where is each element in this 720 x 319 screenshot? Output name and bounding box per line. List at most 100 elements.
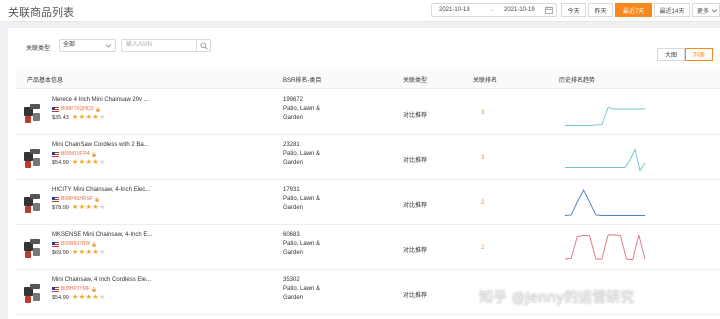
main-card: 关联类型 全部 输入ASIN 大图 列表 产品基本信息 BSR排名-类目 关联类… [8,28,720,319]
product-price: $54.99 [52,295,69,301]
us-flag-icon [52,241,59,247]
range-today-button[interactable]: 今天 [561,3,586,17]
bsr-category: Patio, Lawn & [283,196,321,202]
end-date[interactable]: 2021-10-19 [497,7,552,13]
product-asin[interactable]: B08P7XQHQ3 [52,106,100,112]
asin-text: B08P7XQHQ3 [61,106,94,112]
product-thumbnail[interactable] [22,146,42,170]
bsr-category: Patio, Lawn & [283,241,321,247]
header-bsr-category: BSR排名-类目 [283,78,322,84]
product-price: $69.99 [52,250,69,256]
bsr-rank: 60683 [283,232,300,238]
table-header: 产品基本信息 BSR排名-类目 关联类型 关联排名 历史排名趋势 [16,69,720,89]
product-asin[interactable]: B09RBJ7BW [52,241,96,247]
bsr-category-cont: Garden [283,160,304,166]
product-price: $35.43 [52,115,69,121]
bsr-cell: 60683 Patio, Lawn & Garden [283,231,320,258]
bsr-category-cont: Garden [283,250,304,256]
bsr-category: Patio, Lawn & [283,286,321,292]
star-icon: ★ [72,159,79,166]
lock-icon [92,286,96,292]
bsr-cell: 23281 Patio, Lawn & Garden [283,141,320,168]
start-date[interactable]: 2021-10-13 [432,7,487,13]
relation-type: 对比推荐 [403,113,428,119]
top-bar: 关联商品列表 2021-10-13 → 2021-10-19 今天 昨天 最近7… [0,0,720,22]
type-filter-label: 关联类型 [26,46,51,52]
product-thumbnail[interactable] [22,281,42,305]
header-relation-rank: 关联排名 [473,78,498,84]
header-rank-trend: 历史排名趋势 [559,78,596,84]
product-title[interactable]: Merece 4 Inch Mini Chainsaw 20v ... [52,97,149,103]
bsr-category-cont: Garden [283,205,304,211]
range-more-label: 更多 [697,8,710,15]
table-row[interactable]: MKSENSE Mini Chainsaw, 4-Inch E... B09RBJ… [16,225,720,270]
trend-line [564,189,645,216]
product-thumbnail[interactable] [22,236,42,260]
table-row[interactable]: Mini ChainSaw Cordless with 2 Ba... B08M1… [16,135,720,180]
view-list-button[interactable]: 列表 [685,48,713,61]
star-icon: ★ [78,204,86,211]
us-flag-icon [52,196,59,202]
relation-type: 对比推荐 [403,293,428,299]
bsr-rank: 23281 [283,142,300,148]
watermark: 知乎 @Jenny的运营研究 [479,290,635,306]
asin-text: B08P4SHRSF [61,196,93,202]
rating-stars: ★★★★★ [72,113,106,121]
table-row[interactable]: HICITY Mini Chainsaw, 4-Inch Elec... B08P… [16,180,720,225]
bsr-cell: 35302 Patio, Lawn & Garden [283,276,320,303]
product-asin[interactable]: B08P4SHRSF [52,196,99,202]
us-flag-icon [52,151,59,157]
rank-trend-sparkline[interactable] [563,185,647,219]
rank-trend-sparkline[interactable] [563,140,647,174]
range-7days-button[interactable]: 最近7天 [615,3,652,17]
star-icon: ★ [78,114,86,121]
asin-text: B09RBJ7BW [61,241,91,247]
star-icon: ★ [72,249,79,256]
rank-trend-sparkline[interactable] [563,230,647,264]
date-separator: → [489,7,495,13]
product-title[interactable]: MKSENSE Mini Chainsaw, 4-Inch E... [52,232,152,238]
us-flag-icon [52,286,59,292]
star-icon: ★ [72,114,79,121]
product-thumbnail[interactable] [22,101,42,125]
page-title: 关联商品列表 [8,7,74,19]
asin-text: B08HPJYMF [61,286,90,292]
relation-rank: 3 [481,155,485,161]
product-asin[interactable]: B08M1VFR4 [52,151,96,157]
range-yesterday-button[interactable]: 昨天 [588,3,613,17]
bsr-cell: 199672 Patio, Lawn & Garden [283,96,320,123]
calendar-icon[interactable] [545,6,553,14]
bsr-rank: 35302 [283,277,300,283]
bsr-category: Patio, Lawn & [283,151,321,157]
type-filter-select[interactable]: 全部 [59,39,116,52]
us-flag-icon [52,106,59,112]
product-thumbnail[interactable] [22,191,42,215]
star-icon: ★ [99,114,106,121]
bsr-category-cont: Garden [283,295,304,301]
star-icon: ★ [99,249,106,256]
table-row[interactable]: Merece 4 Inch Mini Chainsaw 20v ... B08P7… [16,90,720,135]
product-asin[interactable]: B08HPJYMF [52,286,96,292]
product-price: $78.99 [52,205,69,211]
search-button[interactable] [196,39,211,52]
star-icon: ★ [78,159,86,166]
rank-trend-sparkline[interactable] [563,95,647,129]
product-title[interactable]: HICITY Mini Chainsaw, 4-Inch Elec... [52,187,150,193]
rating-stars: ★★★★★ [72,293,106,301]
trend-line [565,148,646,172]
lock-icon [92,241,96,247]
rating-stars: ★★★★★ [72,158,106,166]
trend-line [564,234,646,261]
range-more-dropdown[interactable]: 更多 [692,3,720,17]
header-relation-type: 关联类型 [403,78,428,84]
lock-icon [95,106,100,112]
star-icon: ★ [78,294,86,301]
trend-line [565,106,645,126]
range-14days-button[interactable]: 最近14天 [654,3,690,17]
date-range-picker[interactable]: 2021-10-13 → 2021-10-19 [431,3,557,17]
view-grid-button[interactable]: 大图 [657,48,685,61]
product-title[interactable]: Mini Chainsaw, 4 Inch Cordless Ele... [52,277,151,283]
lock-icon [95,196,99,202]
product-title[interactable]: Mini ChainSaw Cordless with 2 Ba... [52,142,149,148]
star-icon: ★ [72,204,79,211]
